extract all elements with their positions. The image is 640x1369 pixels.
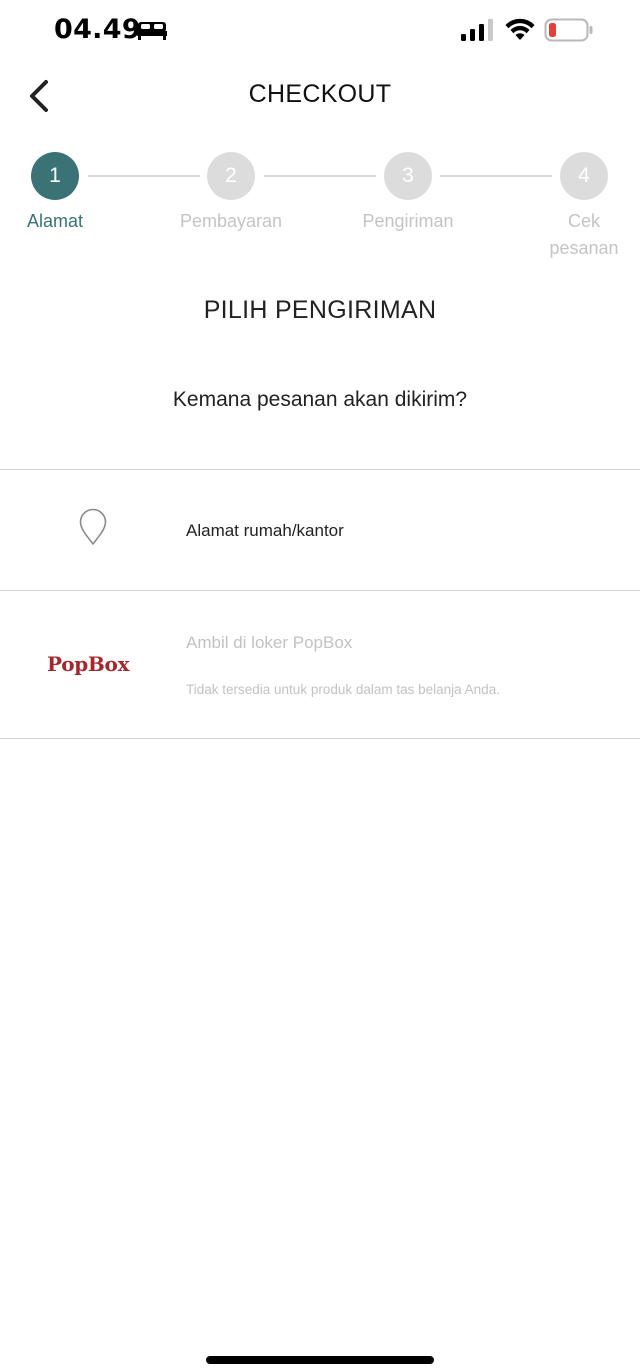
step-1-circle: 1 xyxy=(31,152,79,200)
location-pin-icon xyxy=(79,508,107,545)
signal-icon xyxy=(461,19,493,41)
bed-icon xyxy=(137,22,167,40)
checkout-screen: 04.49 CHECKOUT 1 Alamat 2 Pembayaran 3 P… xyxy=(0,0,640,1369)
step-connector xyxy=(264,175,376,177)
option-home-office-address[interactable]: Alamat rumah/kantor xyxy=(0,470,640,591)
status-bar: 04.49 xyxy=(0,0,640,62)
home-indicator[interactable] xyxy=(206,1356,434,1364)
step-2-circle: 2 xyxy=(207,152,255,200)
checkout-stepper: 1 Alamat 2 Pembayaran 3 Pengiriman 4 Cek… xyxy=(0,148,640,268)
step-4-circle: 4 xyxy=(560,152,608,200)
option-unavailable-note: Tidak tersedia untuk produk dalam tas be… xyxy=(186,682,500,697)
divider xyxy=(0,738,640,739)
page-title: CHECKOUT xyxy=(248,80,392,108)
app-header: CHECKOUT xyxy=(0,62,640,130)
status-time: 04.49 xyxy=(54,14,141,45)
option-label: Ambil di loker PopBox xyxy=(186,633,353,652)
battery-icon xyxy=(544,18,593,42)
option-popbox-locker: PopBox Ambil di loker PopBox Tidak terse… xyxy=(0,591,640,739)
step-connector xyxy=(440,175,552,177)
delivery-question: Kemana pesanan akan dikirim? xyxy=(172,388,468,411)
step-2-label: Pembayaran xyxy=(179,211,283,231)
step-3-circle: 3 xyxy=(384,152,432,200)
step-1-label: Alamat xyxy=(26,211,84,231)
popbox-logo: PopBox xyxy=(47,652,130,676)
section-title: PILIH PENGIRIMAN xyxy=(203,296,437,324)
wifi-icon xyxy=(505,18,535,40)
step-connector xyxy=(88,175,200,177)
step-3-label: Pengiriman xyxy=(362,211,454,231)
step-4-label: Cek pesanan xyxy=(549,211,619,258)
option-label: Alamat rumah/kantor xyxy=(186,521,344,540)
